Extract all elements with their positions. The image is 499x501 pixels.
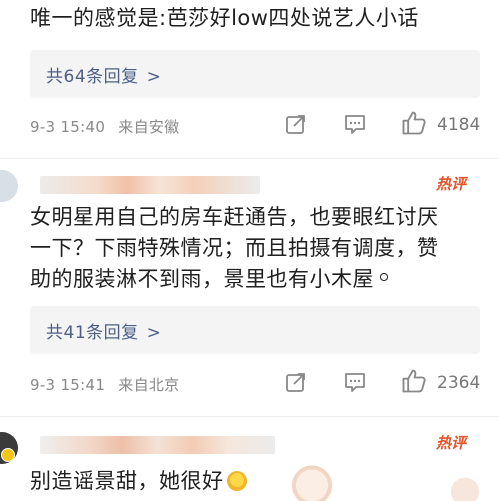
comment-2-meta: 9-3 15:41 来自北京 <box>30 374 179 395</box>
comment-2-text-line-2: 一下？下雨特殊情况；而且拍摄有调度，赞 <box>30 236 439 260</box>
emoji-icon <box>377 269 397 289</box>
comment-location: 来自北京 <box>118 376 180 394</box>
sticker-image <box>440 470 490 501</box>
comment-2-text-line-3-content: 助的服装淋不到雨，景里也有小木屋 <box>30 267 374 291</box>
replies-link[interactable]: 共41条回复 > <box>46 318 161 343</box>
crying-emoji-icon <box>226 471 247 491</box>
like-count: 2364 <box>437 373 481 393</box>
replies-label: 共41条回复 <box>46 323 139 343</box>
replies-label: 共64条回复 <box>46 67 139 87</box>
like-count: 4184 <box>437 115 481 135</box>
replies-link[interactable]: 共64条回复 > <box>46 62 161 87</box>
share-icon[interactable] <box>284 370 308 394</box>
comment-location: 来自安徽 <box>118 118 180 136</box>
divider <box>0 416 499 417</box>
username-blurred[interactable] <box>40 436 275 454</box>
comment-3-text-content: 别造谣景甜，她很好 <box>30 469 224 493</box>
verified-badge-icon <box>1 448 15 462</box>
thumbs-up-icon[interactable] <box>400 367 428 395</box>
chevron-right-icon: > <box>146 67 162 87</box>
comment-date: 9-3 15:40 <box>30 118 106 136</box>
divider <box>0 158 499 159</box>
comment-1-text: 唯一的感觉是:芭莎好low四处说艺人小话 <box>30 6 419 30</box>
share-icon[interactable] <box>284 112 308 136</box>
comment-icon[interactable] <box>343 112 367 136</box>
avatar[interactable] <box>0 432 18 464</box>
hot-badge: 热评 <box>436 434 467 452</box>
avatar[interactable] <box>0 170 18 202</box>
username-blurred[interactable] <box>40 176 260 194</box>
comment-icon[interactable] <box>343 370 367 394</box>
sticker-image <box>284 462 340 501</box>
comment-date: 9-3 15:41 <box>30 376 106 394</box>
comment-2-text-line-3: 助的服装淋不到雨，景里也有小木屋 <box>30 263 397 295</box>
comment-2-replies[interactable]: 共41条回复 > <box>30 306 480 354</box>
chevron-right-icon: > <box>146 323 162 343</box>
comment-3-text: 别造谣景甜，她很好 <box>30 465 247 497</box>
comment-1-replies[interactable]: 共64条回复 > <box>30 50 480 98</box>
thumbs-up-icon[interactable] <box>400 109 428 137</box>
hot-badge: 热评 <box>436 175 467 193</box>
comment-1-meta: 9-3 15:40 来自安徽 <box>30 116 179 137</box>
comment-2-text-line-1: 女明星用自己的房车赶通告，也要眼红讨厌 <box>30 205 439 229</box>
